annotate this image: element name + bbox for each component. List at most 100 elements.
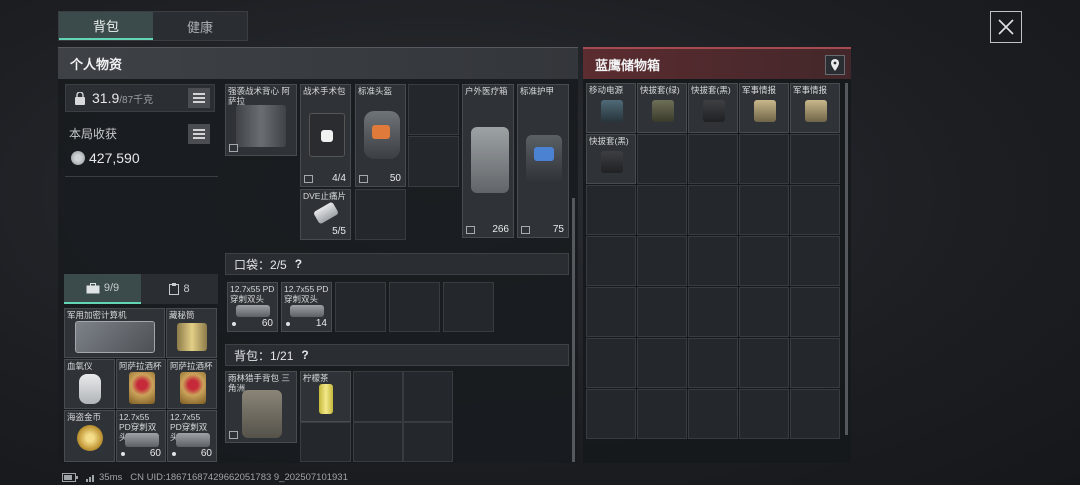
pocket-item[interactable]: 12.7x55 PD穿刺双头 60 bbox=[227, 282, 278, 332]
location-pin-icon bbox=[831, 59, 839, 71]
empty-slot[interactable] bbox=[739, 389, 789, 439]
equipment-painkiller[interactable]: DVE止痛片 5/5 bbox=[300, 189, 351, 240]
empty-slot[interactable] bbox=[408, 84, 459, 135]
empty-slot[interactable] bbox=[335, 282, 386, 332]
equipment-helmet[interactable]: 标准头盔 50 bbox=[355, 84, 406, 187]
empty-slot[interactable] bbox=[353, 422, 403, 462]
empty-slot[interactable] bbox=[688, 389, 738, 439]
gold-coin-item-icon bbox=[77, 425, 103, 451]
storage-item[interactable]: 快拔套(绿) bbox=[637, 83, 687, 133]
empty-slot[interactable] bbox=[637, 389, 687, 439]
storage-header: 蓝鹰储物箱 bbox=[583, 47, 851, 79]
storage-title: 蓝鹰储物箱 bbox=[595, 57, 661, 73]
empty-slot[interactable] bbox=[389, 282, 440, 332]
tab-health[interactable]: 健康 bbox=[153, 12, 247, 40]
empty-slot[interactable] bbox=[688, 236, 738, 286]
safe-box-count: 9/9 bbox=[103, 282, 120, 294]
empty-slot[interactable] bbox=[403, 371, 453, 422]
empty-slot[interactable] bbox=[353, 371, 403, 422]
personal-scrollbar[interactable] bbox=[572, 198, 575, 462]
pocket-help-button[interactable]: ? bbox=[295, 257, 302, 271]
close-button[interactable] bbox=[990, 11, 1022, 43]
backpack-item[interactable]: 柠檬茶 bbox=[300, 371, 351, 422]
empty-slot[interactable] bbox=[739, 236, 789, 286]
personal-supplies-title: 个人物资 bbox=[70, 57, 123, 72]
divider bbox=[65, 176, 218, 177]
empty-slot[interactable] bbox=[586, 338, 636, 388]
empty-slot[interactable] bbox=[408, 136, 459, 187]
empty-slot[interactable] bbox=[586, 236, 636, 286]
empty-slot[interactable] bbox=[586, 287, 636, 337]
empty-slot[interactable] bbox=[637, 287, 687, 337]
empty-slot[interactable] bbox=[790, 389, 840, 439]
tab-backpack[interactable]: 背包 bbox=[59, 12, 153, 40]
storage-item[interactable]: 移动电源 bbox=[586, 83, 636, 133]
storage-item-icon bbox=[601, 100, 623, 122]
pocket-item[interactable]: 12.7x55 PD穿刺双头 14 bbox=[281, 282, 332, 332]
pocket-label: 口袋：2/5 ? bbox=[225, 253, 569, 275]
storage-item[interactable]: 军事情报 bbox=[739, 83, 789, 133]
empty-slot[interactable] bbox=[739, 338, 789, 388]
empty-slot[interactable] bbox=[739, 185, 789, 235]
ammo-item-icon bbox=[290, 305, 324, 317]
safe-item[interactable]: 12.7x55 PD穿刺双头 60 bbox=[116, 410, 166, 462]
storage-item[interactable]: 快拔套(黑) bbox=[688, 83, 738, 133]
empty-slot[interactable] bbox=[790, 287, 840, 337]
safe-item[interactable]: 军用加密计算机 bbox=[64, 308, 165, 358]
safe-box-tabs: 9/9 8 bbox=[64, 274, 218, 304]
empty-slot[interactable] bbox=[790, 134, 840, 184]
clipboard-icon bbox=[169, 283, 180, 295]
ammo-item-icon bbox=[236, 305, 270, 317]
safe-item[interactable]: 藏秘筒 bbox=[166, 308, 217, 358]
tab-card-case[interactable]: 8 bbox=[141, 274, 218, 304]
backpack-capacity: 1/21 bbox=[270, 348, 294, 363]
storage-scrollbar[interactable] bbox=[845, 83, 848, 435]
storage-grid: 移动电源 快拔套(绿) 快拔套(黑) 军事情报 军事情报 快拔套(黑) bbox=[586, 83, 840, 463]
equipment-medical-box[interactable]: 户外医疗箱 266 bbox=[462, 84, 514, 238]
weight-list-button[interactable] bbox=[188, 88, 210, 108]
safe-item[interactable]: 海盗金币 bbox=[64, 410, 115, 462]
equipment-vest[interactable]: 强袭战术背心 阿萨拉 bbox=[225, 84, 297, 156]
empty-slot[interactable] bbox=[688, 338, 738, 388]
empty-slot[interactable] bbox=[790, 338, 840, 388]
empty-slot[interactable] bbox=[300, 422, 351, 462]
empty-slot[interactable] bbox=[790, 236, 840, 286]
empty-slot[interactable] bbox=[688, 185, 738, 235]
safe-item[interactable]: 12.7x55 PD穿刺双头 60 bbox=[167, 410, 217, 462]
empty-slot[interactable] bbox=[637, 338, 687, 388]
empty-slot[interactable] bbox=[637, 185, 687, 235]
safe-item[interactable]: 阿萨拉酒杯 bbox=[116, 359, 166, 409]
location-pin-button[interactable] bbox=[825, 55, 845, 75]
goblet-item-icon bbox=[129, 372, 155, 404]
tab-safe-box[interactable]: 9/9 bbox=[64, 274, 141, 304]
backpack-help-button[interactable]: ? bbox=[301, 348, 308, 362]
empty-slot[interactable] bbox=[403, 422, 453, 462]
empty-slot[interactable] bbox=[637, 134, 687, 184]
equipment-armor[interactable]: 标准护甲 75 bbox=[517, 84, 569, 238]
equipment-surgical-kit[interactable]: 战术手术包 4/4 bbox=[300, 84, 351, 187]
lock-weight-icon bbox=[75, 91, 85, 105]
empty-slot[interactable] bbox=[688, 287, 738, 337]
empty-slot[interactable] bbox=[355, 189, 406, 240]
safe-item[interactable]: 阿萨拉酒杯 bbox=[167, 359, 217, 409]
pill-item-icon bbox=[312, 201, 340, 225]
storage-item-icon bbox=[754, 100, 776, 122]
empty-slot[interactable] bbox=[688, 134, 738, 184]
empty-slot[interactable] bbox=[637, 236, 687, 286]
backpack-item[interactable]: 雨林猎手背包 三角洲 bbox=[225, 371, 297, 443]
empty-slot[interactable] bbox=[443, 282, 494, 332]
empty-slot[interactable] bbox=[586, 185, 636, 235]
backpack-item-icon bbox=[242, 390, 282, 438]
harvest-list-button[interactable] bbox=[188, 124, 210, 144]
weight-value: 31.9 bbox=[92, 90, 120, 106]
empty-slot[interactable] bbox=[739, 287, 789, 337]
empty-slot[interactable] bbox=[739, 134, 789, 184]
safe-item[interactable]: 血氧仪 bbox=[64, 359, 115, 409]
empty-slot[interactable] bbox=[586, 389, 636, 439]
helmet-visor bbox=[372, 125, 390, 139]
storage-item[interactable]: 快拔套(黑) bbox=[586, 134, 636, 184]
empty-slot[interactable] bbox=[790, 185, 840, 235]
list-icon bbox=[193, 93, 205, 103]
storage-item[interactable]: 军事情报 bbox=[790, 83, 840, 133]
personal-supplies-header: 个人物资 bbox=[58, 47, 578, 79]
